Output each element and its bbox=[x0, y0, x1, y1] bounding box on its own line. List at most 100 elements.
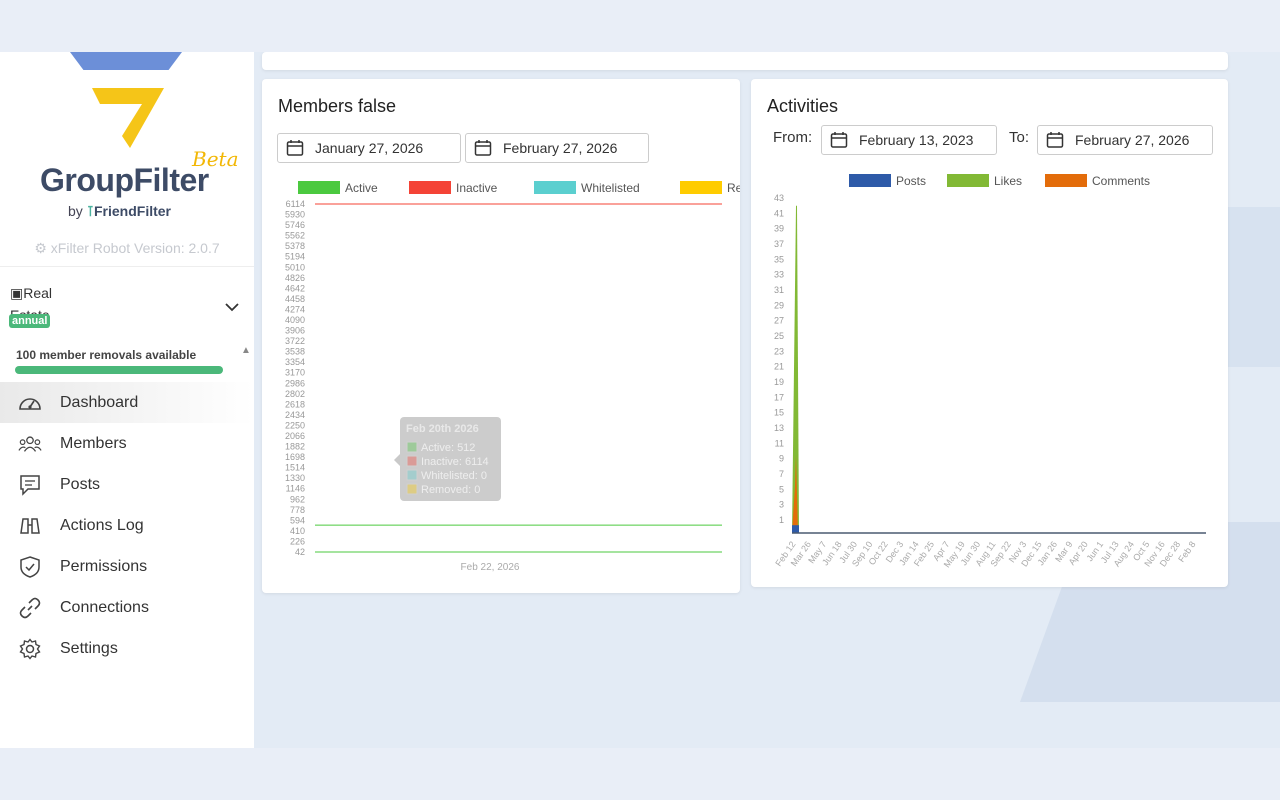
tooltip-line: Whitelisted: 0 bbox=[421, 470, 487, 482]
series-posts-area bbox=[792, 525, 799, 533]
y-tick-label: 5194 bbox=[285, 252, 305, 262]
y-tick-label: 1514 bbox=[285, 463, 305, 473]
y-tick-label: 3354 bbox=[285, 357, 305, 367]
legend-swatch bbox=[947, 174, 989, 187]
removals-available: 100 member removals available bbox=[16, 348, 197, 362]
y-tick-label: 27 bbox=[774, 316, 784, 326]
legend-label: Whitelisted bbox=[581, 181, 640, 195]
robot-version: ⚙ xFilter Robot Version: 2.0.7 bbox=[34, 240, 220, 256]
byline: by ⊺FriendFilter bbox=[68, 203, 171, 219]
y-tick-label: 5 bbox=[779, 484, 784, 494]
legend-swatch bbox=[534, 181, 576, 194]
users-icon bbox=[18, 432, 42, 456]
y-tick-label: 13 bbox=[774, 423, 784, 433]
y-tick-label: 19 bbox=[774, 377, 784, 387]
from-label: From: bbox=[773, 129, 813, 146]
divider bbox=[0, 266, 254, 267]
y-tick-label: 43 bbox=[774, 193, 784, 203]
y-tick-label: 4642 bbox=[285, 283, 305, 293]
message-icon bbox=[18, 473, 42, 497]
tooltip-line: Active: 512 bbox=[421, 442, 475, 454]
chevron-down-icon[interactable] bbox=[224, 299, 240, 315]
y-tick-label: 2802 bbox=[285, 389, 305, 399]
y-tick-label: 25 bbox=[774, 331, 784, 341]
members-card-title: Members false bbox=[278, 96, 397, 116]
y-tick-label: 1882 bbox=[285, 442, 305, 452]
y-tick-label: 2986 bbox=[285, 378, 305, 388]
y-tick-label: 2618 bbox=[285, 399, 305, 409]
members-date-from[interactable]: January 27, 2026 bbox=[277, 133, 461, 163]
members-date-to[interactable]: February 27, 2026 bbox=[465, 133, 649, 163]
y-tick-label: 2434 bbox=[285, 410, 305, 420]
nav-permissions[interactable]: Permissions bbox=[0, 546, 254, 587]
y-tick-label: 9 bbox=[779, 454, 784, 464]
nav-members[interactable]: Members bbox=[0, 423, 254, 464]
gauge-icon bbox=[18, 391, 42, 415]
calendar-icon bbox=[286, 139, 304, 157]
y-tick-label: 5930 bbox=[285, 210, 305, 220]
y-tick-label: 1 bbox=[779, 515, 784, 525]
y-tick-label: 5010 bbox=[285, 262, 305, 272]
nav-actions-log[interactable]: Actions Log bbox=[0, 505, 254, 546]
y-tick-label: 31 bbox=[774, 285, 784, 295]
activities-date-from[interactable]: February 13, 2023 bbox=[821, 125, 997, 155]
link-icon bbox=[18, 596, 42, 620]
nav-posts[interactable]: Posts bbox=[0, 464, 254, 505]
tooltip-line: Removed: 0 bbox=[421, 484, 480, 496]
scroll-up-arrow[interactable]: ▲ bbox=[241, 345, 251, 356]
y-tick-label: 1330 bbox=[285, 473, 305, 483]
gear-icon bbox=[18, 637, 42, 661]
nav-dashboard[interactable]: Dashboard bbox=[0, 382, 254, 423]
legend-label: Comments bbox=[1092, 174, 1150, 188]
tooltip-swatch bbox=[406, 483, 418, 495]
activities-card: Activities From: February 13, 2023 To: F… bbox=[751, 79, 1228, 587]
legend-swatch bbox=[409, 181, 451, 194]
activities-chart[interactable]: Posts Likes Comments4341393735333129272523… bbox=[751, 167, 1228, 579]
legend-label: Posts bbox=[896, 174, 926, 188]
friendfilter-icon: ⊺ bbox=[86, 203, 94, 219]
activities-card-title: Activities bbox=[767, 96, 839, 116]
y-tick-label: 33 bbox=[774, 270, 784, 280]
y-tick-label: 5378 bbox=[285, 241, 305, 251]
y-tick-label: 2250 bbox=[285, 420, 305, 430]
plan-badge: annual bbox=[9, 314, 51, 328]
sidebar: GroupFilter Beta by ⊺FriendFilter ⚙ xFil… bbox=[0, 52, 254, 748]
y-tick-label: 3 bbox=[779, 500, 784, 510]
to-label: To: bbox=[1009, 129, 1030, 146]
y-tick-label: 29 bbox=[774, 300, 784, 310]
y-tick-label: 4826 bbox=[285, 273, 305, 283]
broken-image-icon: ▣ bbox=[10, 285, 24, 301]
legend-swatch bbox=[680, 181, 722, 194]
legend-swatch bbox=[849, 174, 891, 187]
shield-icon bbox=[18, 555, 42, 579]
app-frame: GroupFilter Beta by ⊺FriendFilter ⚙ xFil… bbox=[0, 52, 1280, 748]
y-tick-label: 17 bbox=[774, 392, 784, 402]
y-tick-label: 778 bbox=[290, 505, 305, 515]
y-tick-label: 1698 bbox=[285, 452, 305, 462]
members-chart[interactable]: Active Inactive Whitelisted Removed 61145930… bbox=[262, 174, 740, 584]
legend-label: Inactive bbox=[456, 181, 498, 195]
tooltip-swatch bbox=[406, 455, 418, 467]
y-tick-label: 4090 bbox=[285, 315, 305, 325]
calendar-icon bbox=[1046, 131, 1064, 149]
nav-settings[interactable]: Settings bbox=[0, 628, 254, 669]
tooltip-swatch bbox=[406, 441, 418, 453]
y-tick-label: 3906 bbox=[285, 326, 305, 336]
y-tick-label: 2066 bbox=[285, 431, 305, 441]
y-tick-label: 410 bbox=[290, 526, 305, 536]
nav-connections[interactable]: Connections bbox=[0, 587, 254, 628]
legend-swatch bbox=[298, 181, 340, 194]
robot-icon: ⚙ bbox=[34, 240, 47, 256]
tooltip-title: Feb 20th 2026 bbox=[406, 423, 479, 435]
y-tick-label: 3170 bbox=[285, 368, 305, 378]
removals-progress-bar bbox=[15, 366, 223, 374]
y-tick-label: 6114 bbox=[286, 199, 305, 209]
y-tick-label: 4274 bbox=[285, 304, 305, 314]
legend-label: Removed bbox=[727, 181, 740, 195]
y-tick-label: 226 bbox=[290, 536, 305, 546]
calendar-icon bbox=[830, 131, 848, 149]
activities-date-to[interactable]: February 27, 2026 bbox=[1037, 125, 1213, 155]
y-tick-label: 35 bbox=[774, 254, 784, 264]
y-tick-label: 3538 bbox=[285, 347, 305, 357]
legend-label: Likes bbox=[994, 174, 1022, 188]
